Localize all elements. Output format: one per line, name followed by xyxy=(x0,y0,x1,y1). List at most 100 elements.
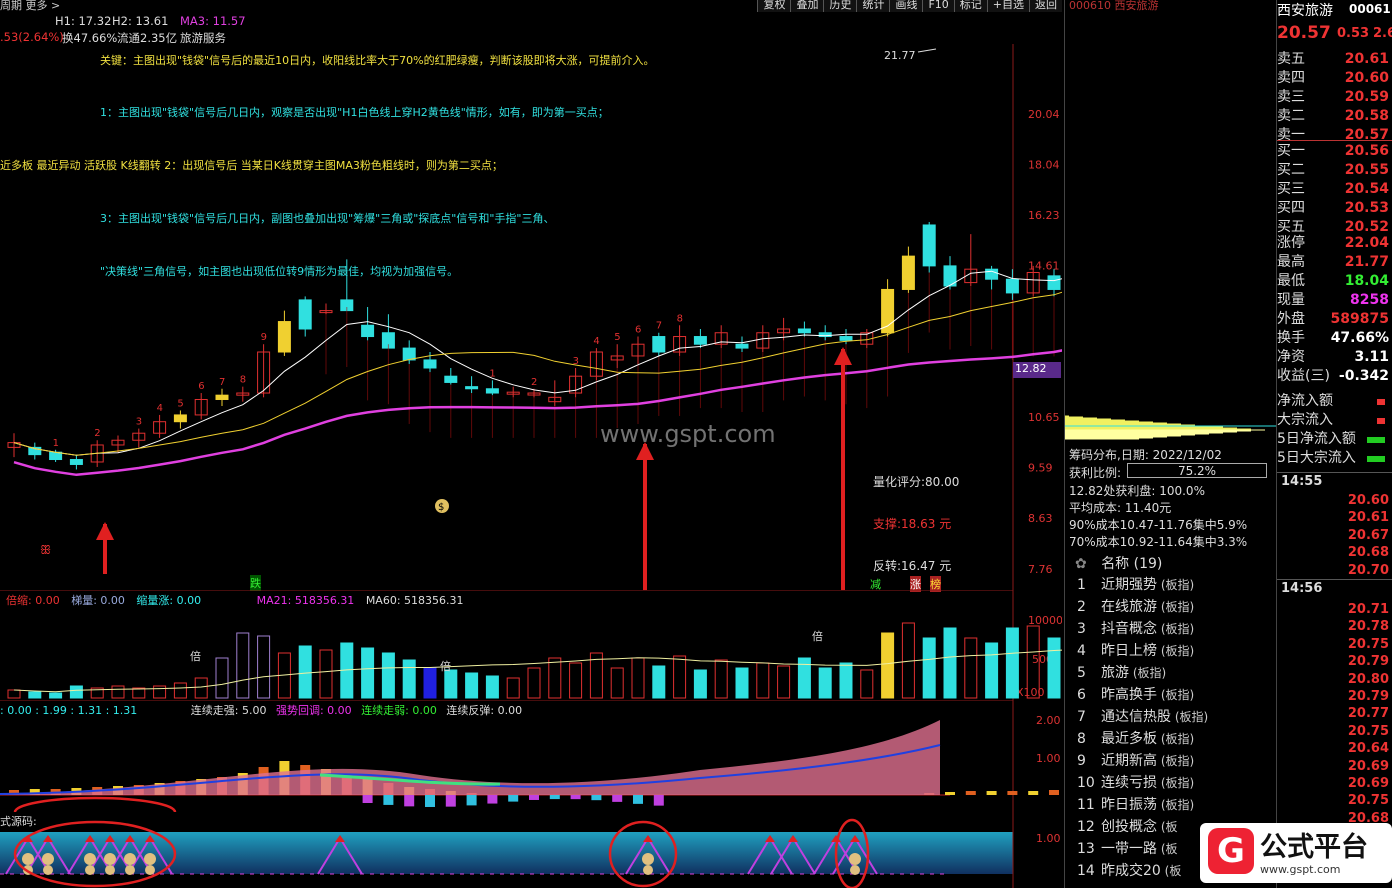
ma3-value: MA3: 11.57 xyxy=(180,14,246,28)
period-menu[interactable]: 周期 更多 > xyxy=(0,0,60,13)
flow-row: 5日大宗流入 xyxy=(1277,449,1392,468)
toolbar-btn-2[interactable]: 历史 xyxy=(823,0,857,12)
bag-icon xyxy=(84,853,96,865)
candle-body xyxy=(652,336,666,353)
tick-row: 14:55 xyxy=(1277,472,1392,490)
stat-row: 最高 21.77 xyxy=(1277,253,1392,272)
block-list-item[interactable]: 1 近期强势 (板指) xyxy=(1065,574,1277,596)
toolbar-btn-8[interactable]: 返回 xyxy=(1029,0,1062,12)
block-list-item[interactable]: 8 最近多板 (板指) xyxy=(1065,728,1277,750)
flow-label: 5日大宗流入 xyxy=(1277,450,1356,466)
block-list-item[interactable]: 10 连续亏损 (板指) xyxy=(1065,772,1277,794)
toolbar-btn-3[interactable]: 统计 xyxy=(856,0,890,12)
block-list-item[interactable]: 6 昨高换手 (板指) xyxy=(1065,684,1277,706)
block-index: 9 xyxy=(1077,753,1086,769)
block-list-item[interactable]: 2 在线旅游 (板指) xyxy=(1065,596,1277,618)
count-label: 1 xyxy=(53,438,59,449)
ind-tick: 2.00 xyxy=(1036,714,1061,727)
chip-90: 90%成本10.47-11.76集中5.9% xyxy=(1069,518,1248,532)
ind-neg-bar xyxy=(591,795,602,801)
bid-row-value: 20.56 xyxy=(1344,143,1389,159)
bag-icon xyxy=(145,865,155,875)
ask-row: 卖二 20.58 xyxy=(1277,107,1392,126)
block-type: (板指) xyxy=(1157,622,1195,636)
toolbar-btn-5[interactable]: F10 xyxy=(922,0,954,12)
vol-bar xyxy=(7,689,21,699)
vol-bar xyxy=(756,662,770,699)
count-label: 8 xyxy=(677,313,683,324)
vol-bei-label: 倍 xyxy=(440,659,451,673)
tick-price: 20.75 xyxy=(1347,723,1389,739)
candle-body xyxy=(361,324,375,338)
book-separator xyxy=(1277,140,1392,141)
bag-icon xyxy=(85,865,95,875)
candle-body xyxy=(215,394,229,400)
tick-row: 20.75 xyxy=(1277,636,1392,654)
last-price: 20.57 xyxy=(1277,23,1331,43)
toolbar-btn-7[interactable]: +自选 xyxy=(986,0,1029,12)
bid-row-label: 买一 xyxy=(1277,143,1305,159)
vol-bei-label: 倍 xyxy=(812,629,823,643)
block-list-item[interactable]: 11 昨日振荡 (板指) xyxy=(1065,794,1277,816)
ind-neg-bar xyxy=(383,795,394,805)
block-type: (板指) xyxy=(1157,798,1195,812)
tick-row: 20.79 xyxy=(1277,653,1392,671)
flow-bar xyxy=(1367,456,1385,462)
flow-label: 5日净流入额 xyxy=(1277,431,1356,447)
flow-bar xyxy=(1377,399,1385,405)
candle-body xyxy=(693,336,707,345)
kline-chart[interactable]: 20.0418.0416.2314.6111.8310.659.598.637.… xyxy=(0,44,1062,590)
chip-ratio: 75.2% xyxy=(1127,463,1267,478)
tick-row: 20.80 xyxy=(1277,671,1392,689)
toolbar-btn-6[interactable]: 标记 xyxy=(953,0,987,12)
vol-bar xyxy=(194,677,208,699)
flow-label: 净流入额 xyxy=(1277,393,1333,409)
gear-icon[interactable]: ✿ xyxy=(1075,556,1087,572)
block-list-item[interactable]: 3 抖音概念 (板指) xyxy=(1065,618,1277,640)
ask-row: 卖五 20.61 xyxy=(1277,50,1392,69)
flow-bar xyxy=(1377,418,1385,424)
stat-row-label: 现量 xyxy=(1277,292,1305,308)
bag-icon xyxy=(105,865,115,875)
count-label: 8 xyxy=(240,375,246,386)
vol-bar xyxy=(943,627,957,699)
block-list-item[interactable]: 7 通达信热股 (板指) xyxy=(1065,706,1277,728)
block-type: (板指) xyxy=(1157,644,1195,658)
vol-bar xyxy=(111,685,125,699)
vol-bar xyxy=(818,667,832,699)
vol-bar xyxy=(236,632,250,699)
ind-tick: 1.00 xyxy=(1036,752,1061,765)
vol-bar xyxy=(28,691,42,699)
block-name: 在线旅游 xyxy=(1101,599,1157,615)
tick-row: 20.64 xyxy=(1277,740,1392,758)
ind-bar xyxy=(986,791,997,795)
toolbar-btn-0[interactable]: 复权 xyxy=(757,0,791,12)
tick-row: 20.71 xyxy=(1277,601,1392,619)
vol-bar xyxy=(735,667,749,699)
high-label: 21.77 xyxy=(884,49,916,62)
toolbar-btn-1[interactable]: 叠加 xyxy=(790,0,824,12)
block-list-item[interactable]: 9 近期新高 (板指) xyxy=(1065,750,1277,772)
tick-row: 20.61 xyxy=(1277,509,1392,527)
bag-icon xyxy=(849,853,861,865)
block-list-item[interactable]: 4 昨日上榜 (板指) xyxy=(1065,640,1277,662)
watermark: www.gspt.com xyxy=(600,420,776,448)
stat-row: 收益(三) -0.342 xyxy=(1277,367,1392,386)
ind-neg-bar xyxy=(445,795,456,807)
count-label: 6 xyxy=(635,325,641,336)
block-index: 10 xyxy=(1077,775,1095,791)
toolbar-btn-4[interactable]: 画线 xyxy=(889,0,923,12)
tick-row: 20.77 xyxy=(1277,705,1392,723)
price-tick: 18.04 xyxy=(1028,158,1060,171)
current-price-tag: 12.82 xyxy=(1013,362,1061,378)
logo-title: 公式平台 xyxy=(1260,832,1368,863)
price-row: 20.57 0.53 2.6 xyxy=(1277,24,1392,46)
block-index: 14 xyxy=(1077,863,1095,879)
ind-neg-bar xyxy=(487,795,498,804)
block-list-item[interactable]: 5 旅游 (板指) xyxy=(1065,662,1277,684)
ask-row-value: 20.60 xyxy=(1344,70,1389,86)
bid-row-label: 买四 xyxy=(1277,200,1305,216)
ask-row-value: 20.58 xyxy=(1344,108,1389,124)
candle-body xyxy=(485,388,499,394)
candle-body xyxy=(423,359,437,369)
